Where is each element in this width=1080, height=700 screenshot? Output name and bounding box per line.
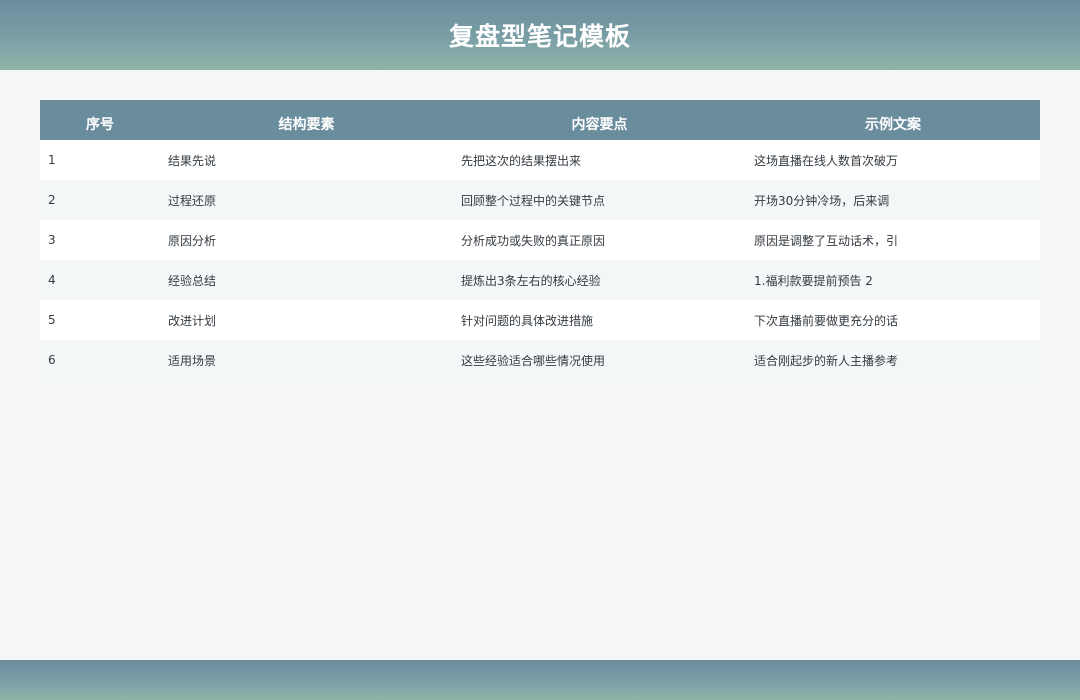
cell-structure-element: 结果先说 — [168, 153, 217, 168]
cell-index: 3 — [48, 233, 56, 247]
table-row: 4 经验总结 提炼出3条左右的核心经验 1.福利款要提前预告 2 — [40, 260, 1040, 300]
cell-content-point: 先把这次的结果摆出来 — [461, 153, 582, 168]
cell-structure-element: 经验总结 — [168, 273, 217, 288]
page-title: 复盘型笔记模板 — [448, 22, 631, 51]
cell-index: 6 — [48, 353, 56, 367]
template-table: 序号 结构要素 内容要点 示例文案 1 结果先说 先把这次的结果摆出来 这场直播… — [40, 100, 1040, 380]
cell-content-point: 这些经验适合哪些情况使用 — [461, 353, 606, 368]
cell-content-point: 提炼出3条左右的核心经验 — [461, 273, 601, 288]
cell-structure-element: 过程还原 — [168, 193, 217, 208]
cell-content-point: 针对问题的具体改进措施 — [461, 313, 594, 328]
table-row: 3 原因分析 分析成功或失败的真正原因 原因是调整了互动话术，引 — [40, 220, 1040, 260]
table-row: 1 结果先说 先把这次的结果摆出来 这场直播在线人数首次破万 — [40, 140, 1040, 180]
header-example-copy: 示例文案 — [865, 117, 921, 133]
cell-example-copy: 适合刚起步的新人主播参考 — [754, 353, 899, 368]
cell-structure-element: 原因分析 — [168, 233, 217, 248]
cell-example-copy: 1.福利款要提前预告 2 — [754, 273, 873, 288]
footer-band — [0, 660, 1080, 700]
cell-index: 2 — [48, 193, 56, 207]
table-row: 2 过程还原 回顾整个过程中的关键节点 开场30分钟冷场，后来调 — [40, 180, 1040, 220]
table-row: 6 适用场景 这些经验适合哪些情况使用 适合刚起步的新人主播参考 — [40, 340, 1040, 380]
cell-index: 4 — [48, 273, 56, 287]
cell-content-point: 回顾整个过程中的关键节点 — [461, 193, 606, 208]
table-row: 5 改进计划 针对问题的具体改进措施 下次直播前要做更充分的话 — [40, 300, 1040, 340]
table-header-row: 序号 结构要素 内容要点 示例文案 — [40, 100, 1040, 140]
cell-example-copy: 这场直播在线人数首次破万 — [754, 153, 899, 168]
cell-example-copy: 原因是调整了互动话术，引 — [754, 233, 899, 248]
header-content-point: 内容要点 — [571, 117, 628, 133]
header-structure-element: 结构要素 — [278, 117, 335, 133]
cell-index: 5 — [48, 313, 56, 327]
cell-structure-element: 改进计划 — [168, 313, 217, 328]
cell-example-copy: 开场30分钟冷场，后来调 — [754, 193, 890, 208]
cell-index: 1 — [48, 153, 56, 167]
cell-content-point: 分析成功或失败的真正原因 — [461, 233, 606, 248]
cell-example-copy: 下次直播前要做更充分的话 — [754, 313, 899, 328]
cell-structure-element: 适用场景 — [168, 353, 217, 368]
title-banner: 复盘型笔记模板 — [0, 0, 1080, 70]
template-table-container: 序号 结构要素 内容要点 示例文案 1 结果先说 先把这次的结果摆出来 这场直播… — [40, 100, 1040, 380]
header-index: 序号 — [86, 117, 114, 133]
